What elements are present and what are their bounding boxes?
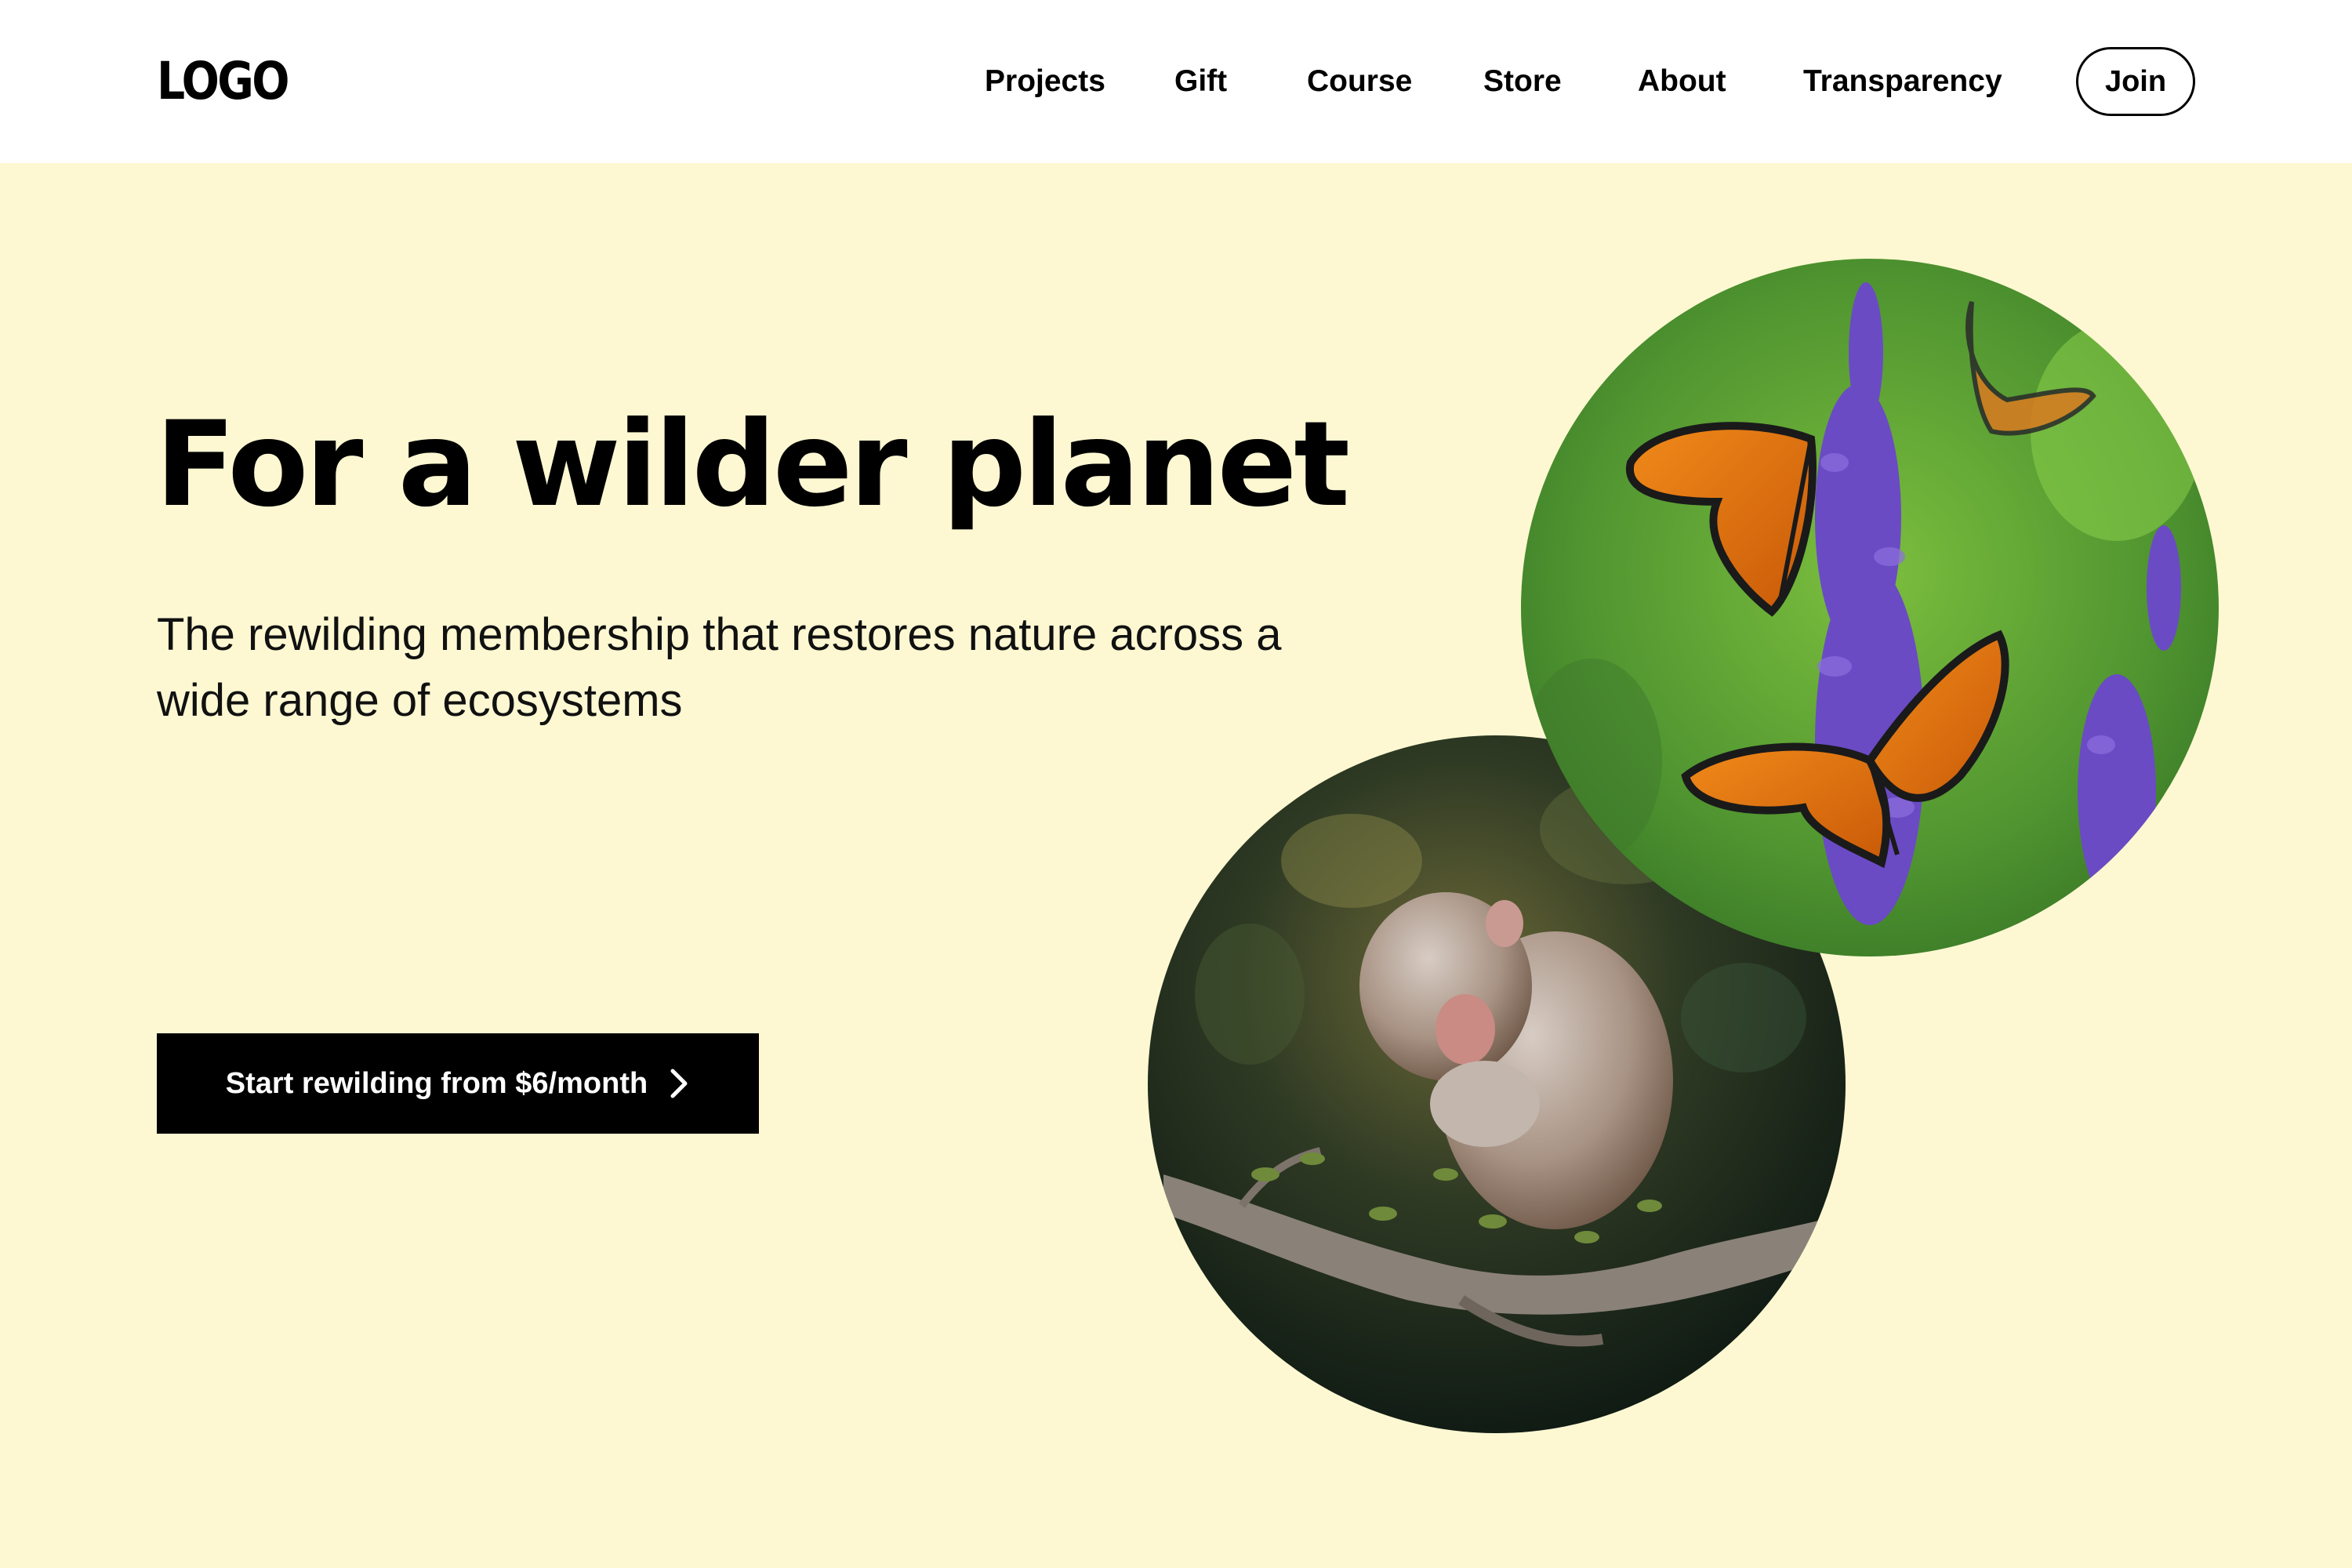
nav-link-transparency[interactable]: Transparency [1803,60,2002,103]
nav-link-gift[interactable]: Gift [1174,60,1227,103]
chevron-right-icon [668,1068,690,1099]
hero-title: For a wilder planet [155,397,1350,533]
cta-label: Start rewilding from $6/month [225,1066,648,1100]
nav-link-course[interactable]: Course [1307,60,1412,103]
hero-subtitle: The rewilding membership that restores n… [157,609,1282,726]
nav-link-about[interactable]: About [1638,60,1726,103]
butterflies-illustration [1521,259,2219,956]
nav-link-projects[interactable]: Projects [985,60,1105,103]
site-header: LOGO Projects Gift Course Store About Tr… [0,0,2352,163]
nav-link-store[interactable]: Store [1483,60,1562,103]
start-rewilding-button[interactable]: Start rewilding from $6/month [157,1033,759,1134]
join-button[interactable]: Join [2076,47,2195,116]
main-nav: Projects Gift Course Store About Transpa… [0,0,2352,163]
butterflies-photo [1521,259,2219,956]
